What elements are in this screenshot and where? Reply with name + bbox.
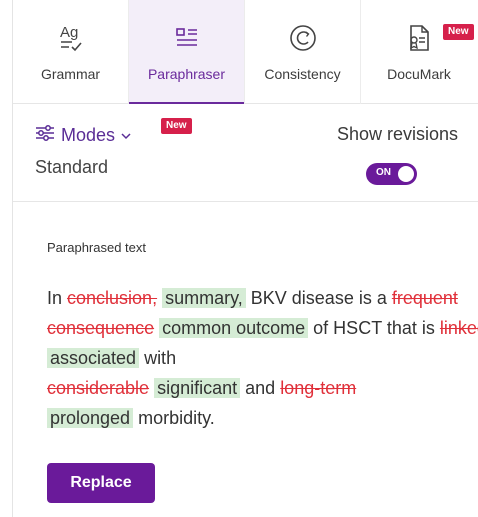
modes-label: Modes bbox=[61, 125, 116, 145]
deleted-text[interactable]: considerable bbox=[47, 378, 149, 398]
text-segment: In bbox=[47, 288, 68, 308]
show-revisions-toggle[interactable]: ON bbox=[366, 163, 417, 185]
text-segment: and bbox=[240, 378, 281, 398]
deleted-text[interactable]: conclusion, bbox=[67, 288, 157, 308]
modes-bar: Modes New Standard Show revisions ON bbox=[13, 104, 478, 202]
tab-label: Consistency bbox=[264, 66, 341, 82]
current-mode: Standard bbox=[35, 157, 109, 177]
deleted-text[interactable]: linked bbox=[440, 318, 478, 338]
documark-icon bbox=[406, 22, 432, 54]
text-segment: with bbox=[139, 348, 177, 368]
inserted-text[interactable]: significant bbox=[154, 378, 241, 398]
paraphrase-panel: Paraphrased text In conclusion, summary,… bbox=[13, 203, 478, 517]
svg-text:Ag: Ag bbox=[60, 24, 78, 41]
modes-dropdown[interactable]: Modes bbox=[35, 124, 131, 147]
text-segment: morbidity. bbox=[133, 408, 215, 428]
toggle-state: ON bbox=[376, 167, 391, 178]
show-revisions-label: Show revisions bbox=[336, 124, 458, 144]
paraphrased-text-label: Paraphrased text bbox=[47, 240, 147, 255]
inserted-text[interactable]: associated bbox=[47, 348, 140, 368]
tab-paraphraser[interactable]: Paraphraser bbox=[129, 0, 245, 105]
replace-button[interactable]: Replace bbox=[47, 463, 155, 503]
tool-tabs: Ag Grammar Paraphraser Consistency DocuM… bbox=[13, 0, 478, 105]
deleted-text[interactable]: long-term bbox=[280, 378, 356, 398]
paraphraser-icon bbox=[173, 22, 201, 54]
inserted-text[interactable]: common outcome bbox=[159, 318, 309, 338]
tab-label: Paraphraser bbox=[147, 66, 226, 82]
inserted-text[interactable]: summary, bbox=[162, 288, 246, 308]
tab-grammar[interactable]: Ag Grammar bbox=[13, 0, 129, 104]
tab-label: Grammar bbox=[40, 66, 101, 82]
consistency-icon bbox=[288, 22, 318, 54]
text-segment: of HSCT that is bbox=[308, 318, 440, 338]
new-badge: New bbox=[161, 118, 192, 134]
tab-label: DocuMark bbox=[387, 66, 451, 82]
toggle-knob bbox=[398, 166, 414, 182]
new-badge: New bbox=[443, 24, 474, 40]
tab-documark[interactable]: DocuMark New bbox=[361, 0, 477, 104]
paraphrased-text: In conclusion, summary, BKV disease is a… bbox=[47, 283, 478, 433]
sliders-icon bbox=[35, 124, 55, 147]
grammar-icon: Ag bbox=[58, 22, 84, 54]
inserted-text[interactable]: prolonged bbox=[47, 408, 134, 428]
chevron-down-icon bbox=[121, 127, 131, 145]
text-segment: BKV disease is a bbox=[245, 288, 392, 308]
tab-consistency[interactable]: Consistency bbox=[245, 0, 361, 104]
